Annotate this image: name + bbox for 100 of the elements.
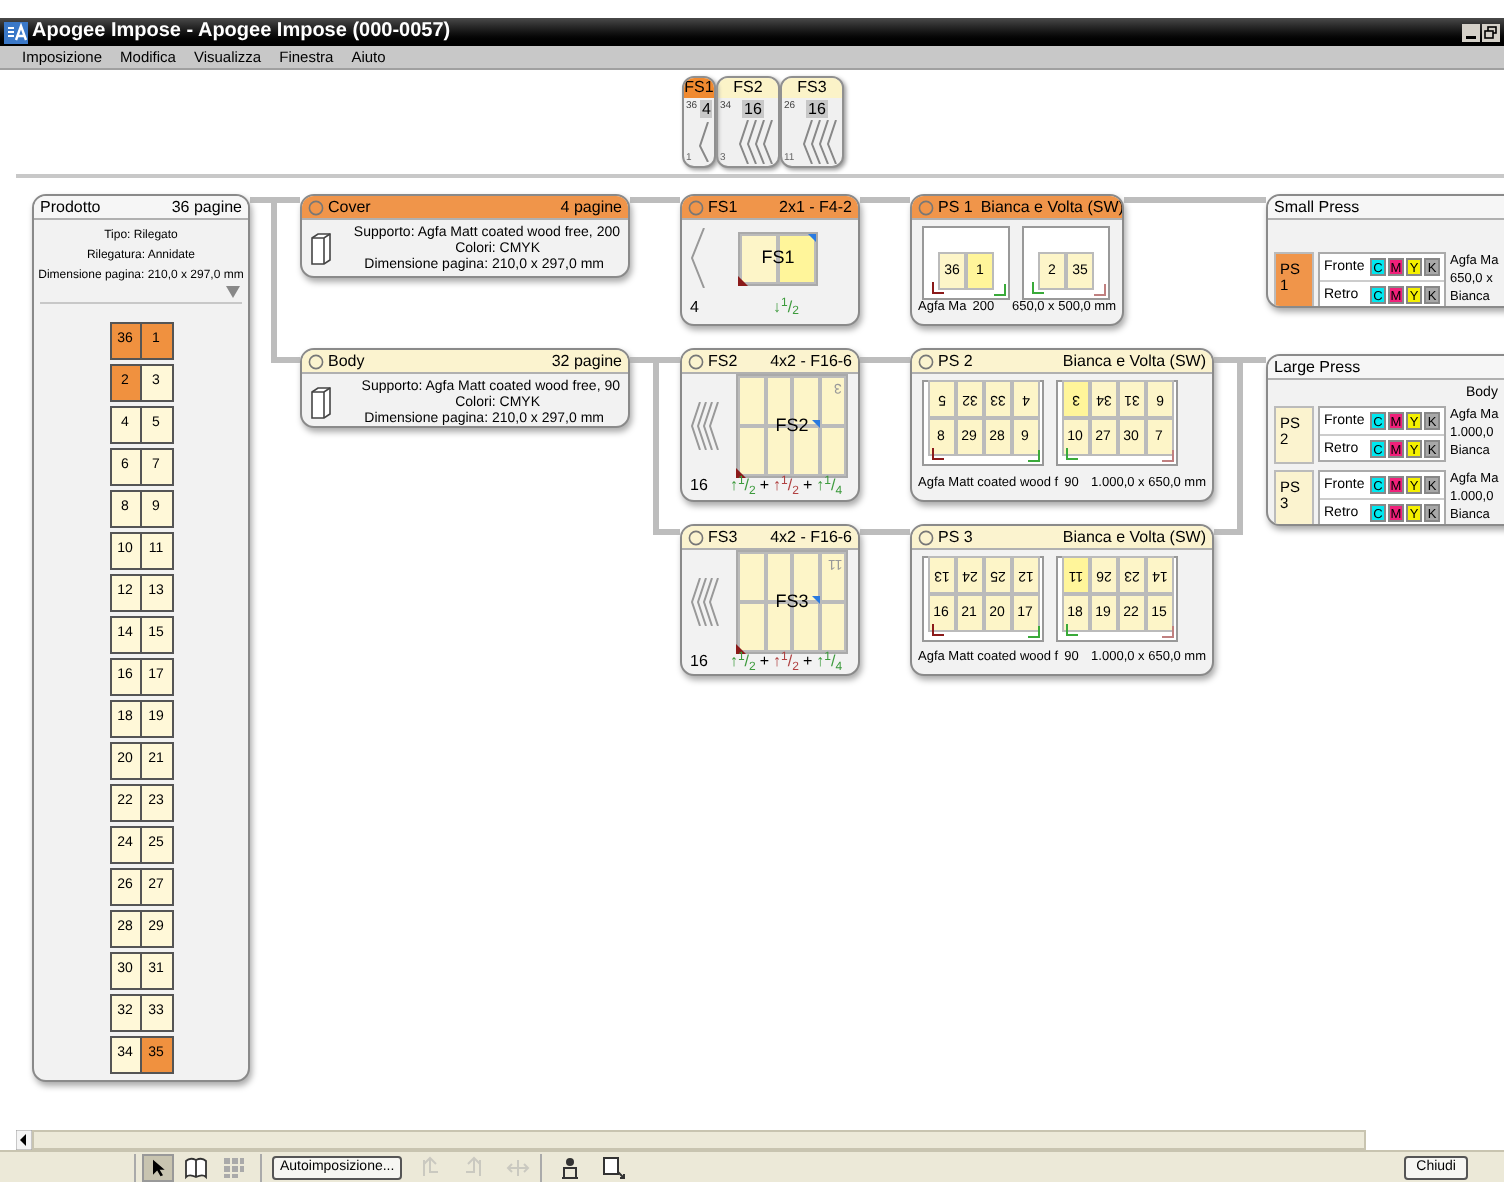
- card-info: 4 pagine: [560, 199, 622, 215]
- scroll-left-icon[interactable]: [16, 1130, 32, 1150]
- register-mark-icon: [1066, 448, 1078, 460]
- dropdown-arrow-icon[interactable]: [226, 286, 240, 298]
- scrollbar-thumb[interactable]: [32, 1130, 1366, 1150]
- fold-fraction: ↑$^{1}$/$_{2}$: [729, 478, 756, 494]
- fold-fraction: ↑$^{1}$/$_{4}$: [816, 478, 843, 494]
- pointer-tool-icon[interactable]: [142, 1153, 174, 1181]
- card-title: Prodotto: [40, 199, 101, 215]
- sheet-label: FS1: [761, 249, 795, 267]
- card-title: PS 2: [938, 353, 973, 369]
- window-title: Apogee Impose - Apogee Impose (000-0057): [32, 22, 451, 42]
- page-panel: [819, 602, 846, 652]
- page-panel: [738, 376, 765, 426]
- folded-sheets-icon: [738, 120, 774, 164]
- page-panel: [738, 602, 765, 652]
- connector-line: [860, 196, 910, 204]
- register-mark-icon: [932, 282, 944, 294]
- folded-sheets-icon: [698, 122, 710, 162]
- export-icon[interactable]: [598, 1155, 631, 1179]
- card-info: 2x1 - F4-2: [779, 199, 852, 215]
- card-title: FS2: [708, 353, 738, 369]
- page-panel: [738, 552, 765, 602]
- book-icon: [310, 386, 332, 420]
- status-circle-icon: [918, 199, 934, 215]
- page-count: 16: [690, 478, 710, 494]
- card-title: FS1: [708, 199, 738, 215]
- plus-sign: +: [802, 654, 813, 670]
- card-title: Cover: [328, 199, 371, 215]
- fold-fraction: ↑$^{1}$/$_{4}$: [816, 654, 843, 670]
- register-mark-icon: [1066, 624, 1078, 636]
- status-circle-icon: [918, 353, 934, 369]
- card-info: Bianca e Volta (SW): [1062, 353, 1206, 369]
- page-panel: [738, 426, 765, 476]
- connector-line: [860, 528, 910, 536]
- page-count: 4: [690, 299, 701, 315]
- card-title: PS 1: [938, 199, 973, 215]
- register-mark-icon: [1028, 450, 1040, 462]
- card-info: 4x2 - F16-6: [770, 353, 852, 369]
- corner-mark-icon: [736, 468, 746, 478]
- status-circle-icon: [688, 199, 704, 215]
- register-mark-icon: [1162, 450, 1174, 462]
- page-panel: [819, 552, 846, 602]
- card-info: 32 pagine: [551, 353, 622, 369]
- status-circle-icon: [688, 353, 704, 369]
- connector-line: [1124, 196, 1266, 204]
- status-circle-icon: [308, 199, 324, 215]
- card-title: Small Press: [1274, 199, 1360, 215]
- card-title: Body: [328, 353, 365, 369]
- page-count: 16: [742, 100, 764, 118]
- connector-line: [630, 196, 680, 204]
- corner-mark-icon: [736, 644, 746, 654]
- plus-sign: +: [802, 478, 813, 494]
- status-circle-icon: [308, 353, 324, 369]
- corner-mark-icon: [808, 233, 816, 241]
- card-info: 36 pagine: [171, 199, 242, 215]
- fold-fraction: ↑$^{1}$/$_{2}$: [773, 654, 799, 670]
- register-mark-icon: [932, 624, 944, 636]
- sheet-label: FS2: [775, 417, 809, 435]
- card-info: 4x2 - F16-6: [770, 529, 852, 545]
- connector-line: [860, 356, 910, 364]
- fold-fraction: ↓$^{1}$/$_{2}$: [773, 299, 799, 315]
- minimize-icon[interactable]: [1462, 23, 1480, 41]
- page-count: 16: [690, 654, 710, 670]
- fold-fraction: ↑$^{1}$/$_{2}$: [773, 478, 799, 494]
- register-mark-icon: [1032, 282, 1044, 294]
- register-mark-icon: [932, 448, 944, 460]
- tab-label: FS3: [782, 78, 842, 98]
- book-icon: [310, 232, 332, 266]
- register-mark-icon: [1162, 626, 1174, 638]
- fold-fraction: ↑$^{1}$/$_{2}$: [729, 654, 756, 670]
- fold-sheet-card[interactable]: FS1 2x1 - F4-2 FS1 4 ↓$^{1}$/$_{2}$: [680, 194, 860, 326]
- card-info: Bianca e Volta (SW): [1062, 529, 1206, 545]
- corner-mark-icon: [812, 420, 820, 428]
- status-circle-icon: [918, 529, 934, 545]
- folded-sheets-icon: [802, 120, 838, 164]
- restore-icon[interactable]: [1482, 23, 1500, 41]
- page-count: 16: [806, 100, 828, 118]
- page-count: 4: [700, 100, 713, 118]
- plus-sign: +: [759, 654, 770, 670]
- page-panel: [819, 376, 846, 426]
- folded-sheets-icon: [690, 228, 706, 288]
- page-panel: [819, 426, 846, 476]
- sheet-label: FS3: [775, 593, 809, 611]
- status-circle-icon: [688, 529, 704, 545]
- book-icon[interactable]: [180, 1153, 212, 1181]
- register-mark-icon: [1028, 626, 1040, 638]
- tab-label: FS1: [684, 78, 714, 98]
- card-title: PS 3: [938, 529, 973, 545]
- folded-sheets-icon: [690, 402, 722, 450]
- register-mark-icon: [1094, 284, 1106, 296]
- corner-mark-icon: [812, 596, 820, 604]
- card-title: FS3: [708, 529, 738, 545]
- folded-sheets-icon: [690, 578, 722, 626]
- plus-sign: +: [759, 478, 770, 494]
- card-title: Large Press: [1274, 359, 1361, 375]
- tab-label: FS2: [718, 78, 778, 98]
- corner-mark-icon: [738, 275, 748, 285]
- app-logo-icon: [4, 21, 28, 43]
- register-mark-icon: [994, 284, 1006, 296]
